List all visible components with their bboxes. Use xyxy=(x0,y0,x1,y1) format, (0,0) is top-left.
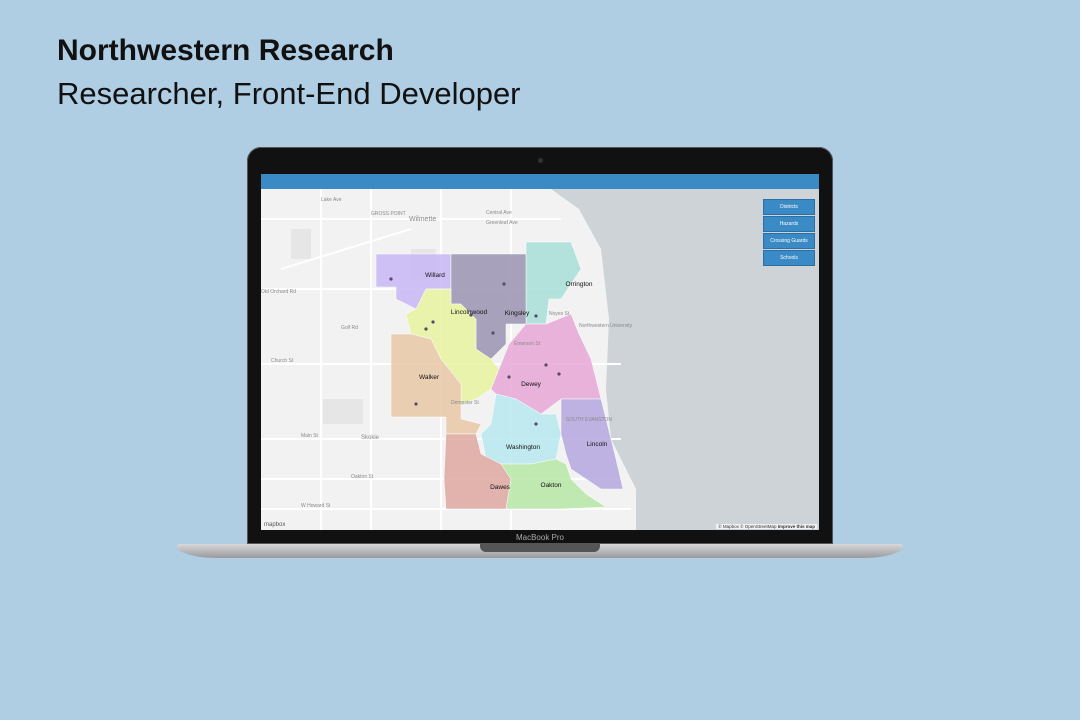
map-label-church-st: Church St xyxy=(271,358,294,364)
district-label-walker: Walker xyxy=(419,374,440,381)
crossing-guards-button[interactable]: Crossing Guards xyxy=(763,233,815,249)
district-label-willard: Willard xyxy=(425,272,445,279)
camera-icon xyxy=(538,158,543,163)
map-label-northwestern: Northwestern University xyxy=(579,323,633,329)
laptop-notch xyxy=(480,544,600,552)
page-subtitle: Researcher, Front-End Developer xyxy=(57,76,521,111)
map-label-golf-rd: Golf Rd xyxy=(341,325,358,331)
map-label-gross-point: GROSS POINT xyxy=(371,211,406,217)
map-attribution: © Mapbox © OpenStreetMap Improve this ma… xyxy=(716,524,817,529)
hazards-button[interactable]: Hazards xyxy=(763,216,815,232)
district-label-dewey: Dewey xyxy=(521,381,542,388)
map-label-wilmette: Wilmette xyxy=(409,216,436,223)
district-map[interactable]: GROSS POINT Wilmette Central Ave Greenle… xyxy=(261,189,819,530)
laptop-lid: GROSS POINT Wilmette Central Ave Greenle… xyxy=(247,147,833,544)
device-label: MacBook Pro xyxy=(515,533,565,542)
map-label-main-st: Main St xyxy=(301,433,319,439)
district-label-lincolnwood: Lincolnwood xyxy=(451,309,488,316)
district-label-dawes: Dawes xyxy=(490,484,511,491)
district-label-washington: Washington xyxy=(506,444,540,451)
map-label-howard-st: W Howard St xyxy=(301,503,331,509)
map-label-lake-ave: Lake Ave xyxy=(321,197,342,203)
schools-button[interactable]: Schools xyxy=(763,250,815,266)
district-label-lincoln: Lincoln xyxy=(587,441,608,448)
page-title: Northwestern Research xyxy=(57,34,394,67)
districts-button[interactable]: Districts xyxy=(763,199,815,215)
map-label-emerson-st: Emerson St xyxy=(514,341,541,347)
map-label-old-orchard: Old Orchard Rd xyxy=(261,289,296,295)
map-label-skokie: Skokie xyxy=(361,435,380,441)
improve-map-link[interactable]: Improve this map xyxy=(778,524,815,529)
layer-toggle-panel: Districts Hazards Crossing Guards School… xyxy=(763,199,815,266)
map-label-noyes-st: Noyes St xyxy=(549,311,570,317)
attribution-text: © Mapbox © OpenStreetMap xyxy=(718,524,777,529)
map-label-south-evanston: SOUTH EVANSTON xyxy=(566,417,612,423)
app-header-bar xyxy=(261,174,819,189)
district-label-orrington: Orrington xyxy=(565,281,592,288)
map-label-central-ave: Central Ave xyxy=(486,210,512,216)
district-label-kingsley: Kingsley xyxy=(505,310,530,317)
map-label-oakton-st: Oakton St xyxy=(351,474,374,480)
map-label-dempster-st: Dempster St xyxy=(451,400,479,406)
district-label-oakton: Oakton xyxy=(541,482,562,489)
mapbox-logo[interactable]: mapbox xyxy=(264,522,285,528)
map-label-greenleaf-ave: Greenleaf Ave xyxy=(486,220,518,226)
laptop-screen: GROSS POINT Wilmette Central Ave Greenle… xyxy=(261,174,819,530)
laptop-base xyxy=(177,544,903,558)
